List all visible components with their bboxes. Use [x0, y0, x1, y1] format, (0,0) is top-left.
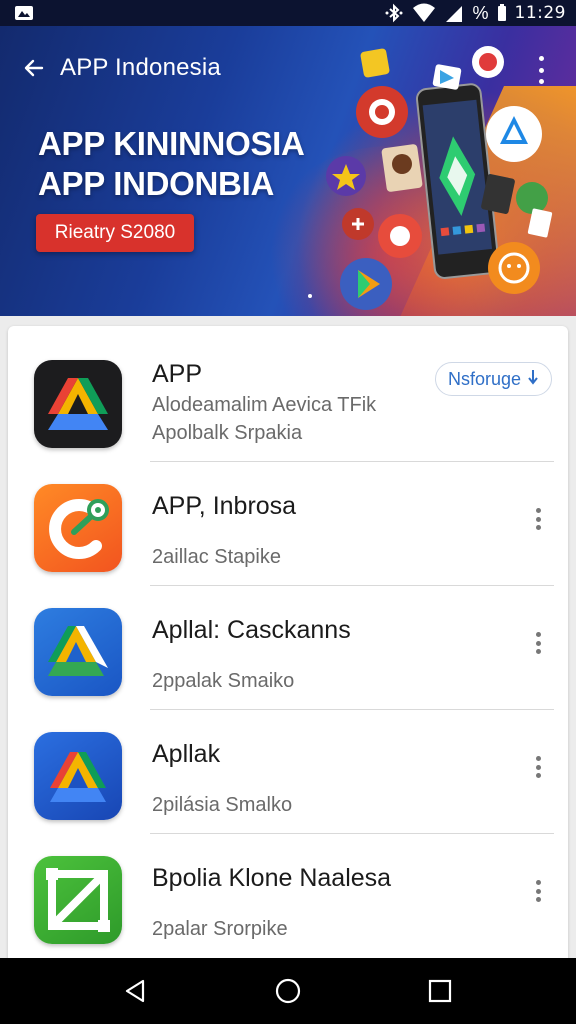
- list-item-subtitle: 2palar Srorpike: [152, 918, 288, 940]
- battery-icon: [497, 4, 507, 22]
- list-item[interactable]: APP Alodeamalim Aevica TFik Apolbalk Srp…: [8, 338, 568, 462]
- list-item-title: APP: [152, 360, 203, 388]
- install-button-label: Nsforuge: [447, 368, 521, 389]
- list-item-subtitle-2: Apolbalk Srpakia: [152, 422, 303, 444]
- system-nav-bar: [0, 958, 576, 1024]
- green-frame-icon: [34, 856, 122, 944]
- battery-percent: %: [472, 2, 489, 23]
- list-item-subtitle: 2aillac Stapike: [152, 546, 281, 568]
- status-bar: % 11:29: [0, 0, 576, 26]
- bluetooth-icon: [384, 3, 404, 23]
- list-item-subtitle: 2ppalak Smaiko: [152, 670, 295, 692]
- install-button[interactable]: Nsforuge: [434, 362, 552, 396]
- more-options-icon[interactable]: [530, 752, 546, 782]
- list-item-title: APP, Inbrosa: [152, 492, 297, 520]
- more-options-icon[interactable]: [530, 504, 546, 534]
- list-item-title: Bpolia Klone Naalesa: [152, 864, 392, 892]
- signal-icon: [444, 3, 464, 23]
- more-options-icon[interactable]: [530, 628, 546, 658]
- app-bar-title: APP Indonesia: [60, 54, 221, 81]
- list-item-title: Apllal: Casckanns: [152, 616, 351, 644]
- hero-headline: APP KININNOSIA APP INDONBIA: [38, 124, 305, 204]
- app-bar: APP Indonesia: [20, 54, 221, 82]
- home-nav-icon[interactable]: [266, 969, 310, 1013]
- hero-headline-line2: APP INDONBIA: [38, 165, 274, 202]
- back-nav-icon[interactable]: [114, 969, 158, 1013]
- hero-cta-button[interactable]: Rieatry S2080: [36, 214, 194, 252]
- triangle-drive-icon-blue-2: [34, 732, 122, 820]
- list-item[interactable]: Apllal: Casckanns 2ppalak Smaiko: [8, 586, 568, 710]
- wifi-icon: [412, 3, 436, 23]
- hero-headline-line1: APP KININNOSIA: [38, 125, 305, 162]
- triangle-drive-icon-blue: [34, 608, 122, 696]
- recents-nav-icon[interactable]: [418, 969, 462, 1013]
- back-arrow-icon[interactable]: [20, 54, 48, 82]
- list-item[interactable]: Bpolia Klone Naalesa 2palar Srorpike: [8, 834, 568, 958]
- download-arrow-icon: [527, 369, 539, 390]
- more-options-icon[interactable]: [530, 876, 546, 906]
- triangle-drive-icon-dark: [34, 360, 122, 448]
- list-item-title: Apllak: [152, 740, 221, 768]
- notification-icon: [14, 5, 34, 21]
- hero-banner: APP Indonesia APP KININNOSIA APP INDONBI…: [0, 26, 576, 316]
- list-item[interactable]: APP, Inbrosa 2aillac Stapike: [8, 462, 568, 586]
- list-item[interactable]: Apllak 2pilásia Smalkо: [8, 710, 568, 834]
- list-item-subtitle: Alodeamalim Aevica TFik: [152, 394, 377, 416]
- list-item-subtitle: 2pilásia Smalkо: [152, 794, 293, 816]
- app-list: APP Alodeamalim Aevica TFik Apolbalk Srp…: [8, 326, 568, 966]
- overflow-menu-icon[interactable]: [532, 56, 550, 84]
- status-time: 11:29: [514, 3, 566, 23]
- orange-c-icon: [34, 484, 122, 572]
